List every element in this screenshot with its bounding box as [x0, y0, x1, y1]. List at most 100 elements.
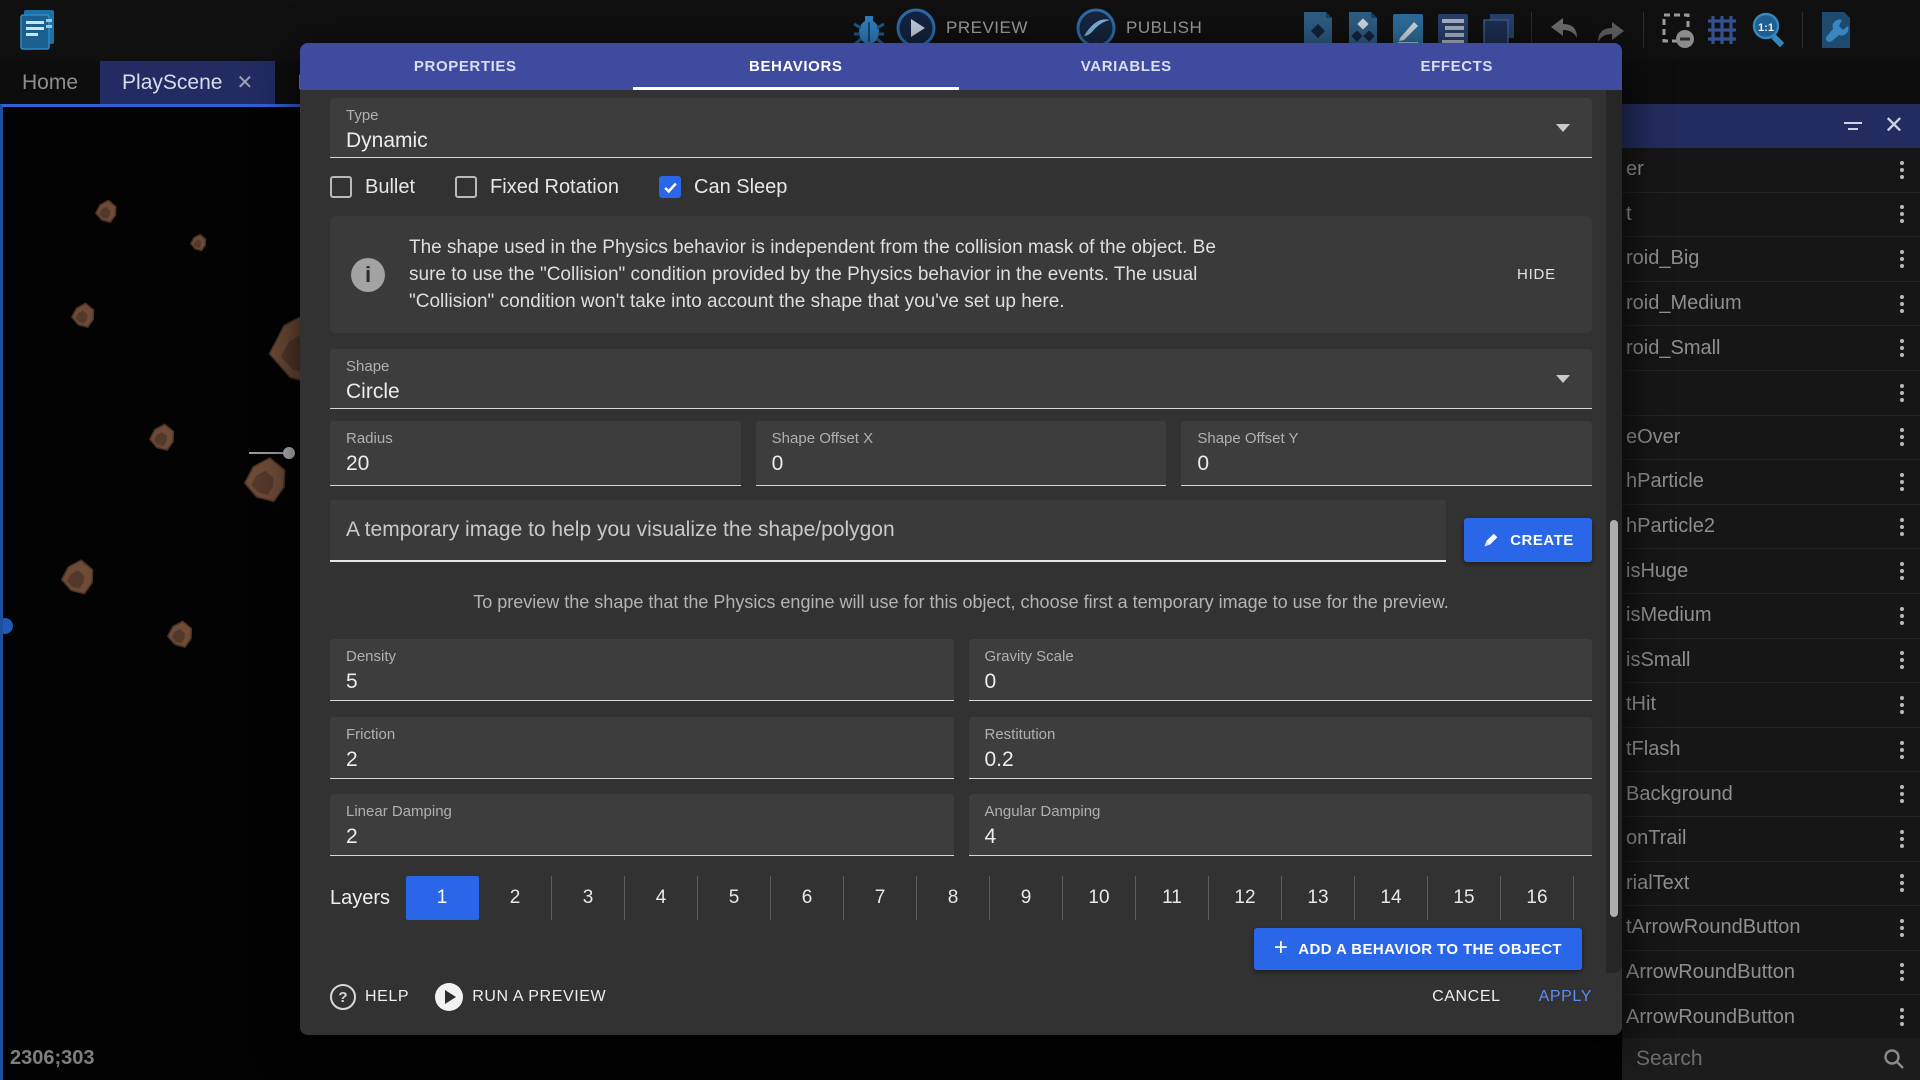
tools-icon[interactable]	[1818, 10, 1854, 50]
checkbox-fixed-rotation[interactable]: Fixed Rotation	[455, 176, 619, 199]
project-manager-button[interactable]	[16, 6, 62, 54]
layer-cell-1[interactable]: 1	[406, 876, 479, 920]
grid-icon[interactable]	[1704, 12, 1740, 48]
hide-button[interactable]: HIDE	[1517, 266, 1556, 283]
object-menu-icon[interactable]	[1896, 692, 1908, 718]
object-row-4[interactable]: roid_Small	[1622, 326, 1920, 371]
dialog-scrollbar[interactable]	[1606, 90, 1622, 973]
help-button[interactable]: ? HELP	[330, 984, 409, 1010]
objects-search-bar[interactable]: Search	[1622, 1038, 1920, 1080]
filter-icon[interactable]	[1844, 122, 1862, 130]
layer-cell-3[interactable]: 3	[552, 876, 625, 920]
layer-cell-7[interactable]: 7	[844, 876, 917, 920]
object-menu-icon[interactable]	[1896, 959, 1908, 985]
gravity-scale-field[interactable]: Gravity Scale 0	[969, 639, 1593, 701]
object-row-16[interactable]: rialText	[1622, 862, 1920, 907]
object-row-13[interactable]: tFlash	[1622, 728, 1920, 773]
layer-cell-15[interactable]: 15	[1428, 876, 1501, 920]
canvas-edge-handle[interactable]	[3, 618, 13, 634]
layer-cell-8[interactable]: 8	[917, 876, 990, 920]
object-menu-icon[interactable]	[1896, 201, 1908, 227]
layer-cell-11[interactable]: 11	[1136, 876, 1209, 920]
create-button[interactable]: CREATE	[1464, 518, 1592, 562]
object-menu-icon[interactable]	[1896, 469, 1908, 495]
object-menu-icon[interactable]	[1896, 335, 1908, 361]
object-row-15[interactable]: onTrail	[1622, 817, 1920, 862]
checkbox-unchecked-icon[interactable]	[330, 176, 352, 198]
layer-cell-6[interactable]: 6	[771, 876, 844, 920]
dialog-tab-properties[interactable]: PROPERTIES	[300, 43, 631, 90]
object-menu-icon[interactable]	[1896, 781, 1908, 807]
object-menu-icon[interactable]	[1896, 157, 1908, 183]
object-row-19[interactable]: ArrowRoundButton	[1622, 995, 1920, 1038]
object-row-9[interactable]: isHuge	[1622, 549, 1920, 594]
object-menu-icon[interactable]	[1896, 737, 1908, 763]
layer-cell-10[interactable]: 10	[1063, 876, 1136, 920]
checkbox-checked-icon[interactable]	[659, 176, 681, 198]
object-row-12[interactable]: tHit	[1622, 683, 1920, 728]
checkbox-unchecked-icon[interactable]	[455, 176, 477, 198]
object-menu-icon[interactable]	[1896, 915, 1908, 941]
publish-button[interactable]: PUBLISH	[1076, 8, 1202, 48]
tab-close-icon[interactable]: ✕	[236, 73, 253, 93]
panel-close-icon[interactable]: ✕	[1884, 114, 1904, 138]
layer-cell-9[interactable]: 9	[990, 876, 1063, 920]
tab-home[interactable]: Home	[0, 61, 100, 104]
tab-playscene[interactable]: PlayScene ✕	[100, 61, 275, 104]
object-menu-icon[interactable]	[1896, 291, 1908, 317]
layer-cell-16[interactable]: 16	[1501, 876, 1574, 920]
object-menu-icon[interactable]	[1896, 380, 1908, 406]
object-row-18[interactable]: ArrowRoundButton	[1622, 951, 1920, 996]
add-behavior-button[interactable]: + ADD A BEHAVIOR TO THE OBJECT	[1254, 928, 1582, 970]
dialog-tab-effects[interactable]: EFFECTS	[1292, 43, 1623, 90]
run-preview-button[interactable]: RUN A PREVIEW	[435, 983, 606, 1011]
object-menu-icon[interactable]	[1896, 424, 1908, 450]
preview-button[interactable]: PREVIEW	[896, 8, 1028, 48]
object-row-2[interactable]: roid_Big	[1622, 237, 1920, 282]
object-row-7[interactable]: hParticle	[1622, 460, 1920, 505]
radius-field[interactable]: Radius 20	[330, 421, 741, 486]
restitution-field[interactable]: Restitution 0.2	[969, 717, 1593, 779]
shape-offset-y-field[interactable]: Shape Offset Y 0	[1181, 421, 1592, 486]
type-select[interactable]: Type Dynamic	[330, 98, 1592, 158]
object-row-8[interactable]: hParticle2	[1622, 505, 1920, 550]
layer-cell-5[interactable]: 5	[698, 876, 771, 920]
checkbox-bullet[interactable]: Bullet	[330, 176, 415, 199]
selection-handle-dot[interactable]	[283, 447, 295, 459]
object-row-5[interactable]	[1622, 371, 1920, 416]
object-menu-icon[interactable]	[1896, 826, 1908, 852]
dialog-tab-variables[interactable]: VARIABLES	[961, 43, 1292, 90]
object-row-11[interactable]: isSmall	[1622, 639, 1920, 684]
object-menu-icon[interactable]	[1896, 246, 1908, 272]
zoom-1-1-icon[interactable]: 1:1	[1749, 11, 1787, 49]
dialog-scrollbar-thumb[interactable]	[1610, 520, 1618, 917]
object-row-0[interactable]: er	[1622, 148, 1920, 193]
object-row-1[interactable]: t	[1622, 193, 1920, 238]
layer-cell-12[interactable]: 12	[1209, 876, 1282, 920]
layer-cell-14[interactable]: 14	[1355, 876, 1428, 920]
shape-select[interactable]: Shape Circle	[330, 349, 1592, 409]
dialog-tab-behaviors[interactable]: BEHAVIORS	[631, 43, 962, 90]
linear-damping-field[interactable]: Linear Damping 2	[330, 794, 954, 856]
object-row-17[interactable]: tArrowRoundButton	[1622, 906, 1920, 951]
apply-button[interactable]: APPLY	[1539, 988, 1592, 1006]
object-menu-icon[interactable]	[1896, 870, 1908, 896]
temp-image-input[interactable]: A temporary image to help you visualize …	[330, 500, 1446, 562]
cancel-button[interactable]: CANCEL	[1432, 988, 1501, 1006]
object-menu-icon[interactable]	[1896, 647, 1908, 673]
object-row-3[interactable]: roid_Medium	[1622, 282, 1920, 327]
deselect-mask-icon[interactable]	[1659, 11, 1695, 49]
density-field[interactable]: Density 5	[330, 639, 954, 701]
object-menu-icon[interactable]	[1896, 514, 1908, 540]
object-row-6[interactable]: eOver	[1622, 416, 1920, 461]
object-menu-icon[interactable]	[1896, 558, 1908, 584]
layer-cell-2[interactable]: 2	[479, 876, 552, 920]
friction-field[interactable]: Friction 2	[330, 717, 954, 779]
checkbox-can-sleep[interactable]: Can Sleep	[659, 176, 787, 199]
object-menu-icon[interactable]	[1896, 1004, 1908, 1030]
layer-cell-4[interactable]: 4	[625, 876, 698, 920]
shape-offset-x-field[interactable]: Shape Offset X 0	[756, 421, 1167, 486]
object-row-10[interactable]: isMedium	[1622, 594, 1920, 639]
layer-cell-13[interactable]: 13	[1282, 876, 1355, 920]
object-row-14[interactable]: Background	[1622, 772, 1920, 817]
